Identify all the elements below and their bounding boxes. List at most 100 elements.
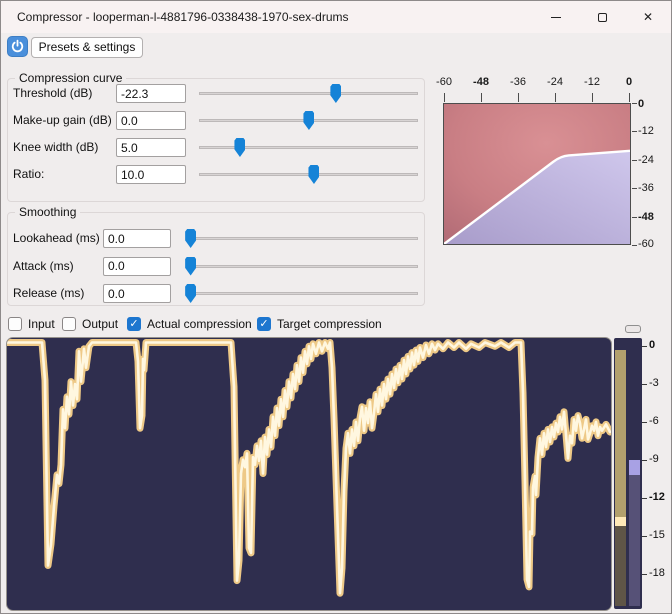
x-axis-tick [592, 93, 593, 102]
param-label: Release (ms) [13, 286, 85, 300]
param-slider[interactable] [185, 256, 418, 276]
close-button[interactable]: ✕ [625, 1, 671, 33]
slider-thumb[interactable] [308, 165, 320, 184]
bypass-power-button[interactable] [7, 36, 28, 57]
checkbox-box[interactable] [62, 316, 76, 331]
maximize-icon [597, 12, 607, 22]
y-axis-tick [632, 245, 637, 246]
meter-scale-tick [642, 536, 647, 537]
control-row: Attack (ms) [7, 256, 425, 276]
param-slider[interactable] [199, 84, 418, 103]
slider-thumb[interactable] [330, 84, 342, 103]
power-icon [11, 39, 24, 53]
smoothing-rows: Lookahead (ms) Attack (ms) Release (ms) [7, 205, 425, 306]
checkbox-label: Output [82, 316, 119, 331]
compression-curve-plot [443, 103, 631, 245]
param-slider[interactable] [199, 138, 418, 157]
x-axis-tick-label: -24 [547, 76, 563, 88]
x-axis-tick [481, 93, 482, 102]
checkbox-box[interactable] [8, 316, 22, 331]
close-icon: ✕ [642, 10, 654, 24]
gain-reduction-svg [7, 339, 611, 597]
control-row: Release (ms) [7, 284, 425, 303]
control-row: Lookahead (ms) [7, 229, 425, 248]
minimize-icon [551, 16, 561, 18]
param-value-input[interactable] [103, 256, 171, 276]
meter-scale-label: -18 [649, 567, 665, 579]
control-row: Ratio: [7, 165, 425, 184]
target-compression-checkbox[interactable]: ✓ Target compression [257, 315, 382, 332]
target-compression-trace [7, 339, 611, 597]
param-value-input[interactable] [116, 84, 186, 103]
x-axis-tick-label: -12 [584, 76, 600, 88]
x-axis-tick [555, 93, 556, 102]
meter-bar-segment [615, 517, 626, 526]
param-slider[interactable] [199, 165, 418, 184]
slider-track [199, 146, 418, 149]
x-axis-tick [629, 93, 630, 102]
x-axis-tick [444, 93, 445, 102]
slider-track [186, 237, 418, 240]
window-controls: ✕ [533, 1, 671, 33]
param-slider[interactable] [185, 229, 418, 248]
input-checkbox[interactable]: Input [8, 315, 55, 332]
param-value-input[interactable] [116, 165, 186, 184]
y-axis-tick-label: -60 [638, 238, 654, 250]
display-toggles: Input Output ✓ Actual compression ✓ Target co… [1, 315, 431, 332]
meter-scale-tick [642, 460, 647, 461]
param-value-input[interactable] [103, 229, 171, 248]
param-value-input[interactable] [103, 284, 171, 303]
slider-track [186, 264, 418, 268]
param-value-input[interactable] [116, 138, 186, 157]
meter-scale-label: -3 [649, 377, 659, 389]
y-axis-tick [632, 131, 637, 133]
output-checkbox[interactable]: Output [62, 315, 118, 332]
meter-scale-tick [642, 422, 647, 423]
x-axis-tick-label: -36 [510, 76, 526, 88]
smoothing-group: Smoothing Lookahead (ms)Attack (ms)Relea… [7, 205, 425, 306]
check-icon[interactable]: ✓ [127, 316, 141, 331]
meter-scale-label: -12 [649, 491, 665, 503]
presets-settings-button[interactable]: Presets & settings [31, 37, 143, 58]
meter-bar-segment [629, 475, 640, 606]
slider-thumb[interactable] [185, 229, 197, 248]
param-label: Lookahead (ms) [13, 231, 100, 245]
slider-track [199, 92, 418, 95]
level-meter [614, 338, 642, 609]
meter-scale-label: -9 [649, 453, 659, 465]
titlebar: Compressor - looperman-l-4881796-0338438… [1, 1, 671, 33]
y-axis-tick-label: -48 [638, 210, 654, 223]
meter-bar-segment [615, 349, 626, 518]
check-icon[interactable]: ✓ [257, 316, 271, 331]
compression-rows: Threshold (dB) Make-up gain (dB) Knee widt… [7, 71, 425, 202]
slider-thumb[interactable] [185, 284, 197, 303]
minimize-button[interactable] [533, 1, 579, 33]
actual-compression-checkbox[interactable]: ✓ Actual compression [127, 315, 252, 332]
meter-scale-handle[interactable] [625, 325, 641, 333]
y-axis-tick [632, 216, 637, 218]
x-axis-tick-label: -48 [473, 76, 489, 88]
slider-thumb[interactable] [185, 256, 197, 276]
param-value-input[interactable] [116, 111, 186, 130]
y-axis-tick-label: -24 [638, 153, 654, 166]
param-slider[interactable] [199, 111, 418, 130]
checkbox-label: Target compression [277, 316, 382, 331]
gain-reduction-display [6, 337, 612, 611]
checkbox-label: Actual compression [147, 316, 252, 331]
compression-curve-group: Compression curve Threshold (dB)Make-up … [7, 71, 425, 202]
x-axis-tick-label: 0 [625, 76, 633, 88]
maximize-button[interactable] [579, 1, 625, 33]
x-axis-tick-label: -60 [436, 76, 452, 88]
meter-scale-tick [642, 346, 647, 347]
checkbox-label: Input [28, 316, 55, 331]
window-title: Compressor - looperman-l-4881796-0338438… [17, 10, 349, 24]
slider-thumb[interactable] [303, 111, 315, 130]
param-slider[interactable] [185, 284, 418, 303]
param-label: Make-up gain (dB) [13, 113, 112, 127]
param-label: Ratio: [13, 167, 45, 181]
control-row: Threshold (dB) [7, 84, 425, 103]
y-axis-tick [632, 103, 637, 104]
slider-thumb[interactable] [234, 138, 246, 157]
y-axis-tick [632, 188, 637, 190]
meter-scale-tick [642, 498, 647, 499]
